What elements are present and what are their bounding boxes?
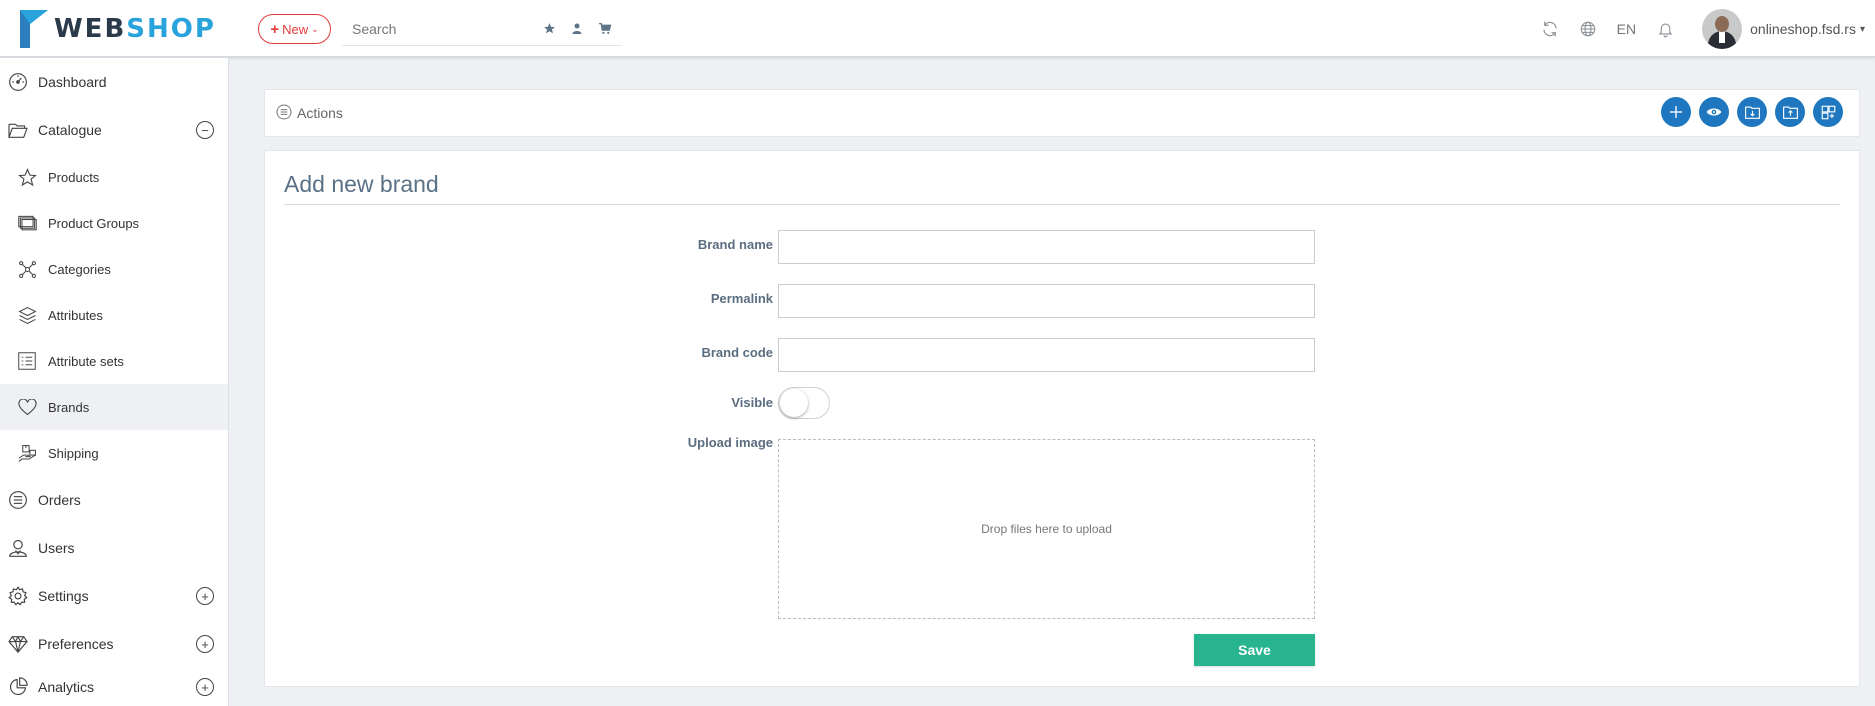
sidebar-item-orders[interactable]: Orders xyxy=(0,476,228,524)
sidebar-item-preferences[interactable]: Preferences + xyxy=(0,620,228,668)
permalink-input[interactable] xyxy=(778,284,1315,318)
sidebar-item-categories[interactable]: Categories xyxy=(0,246,228,292)
visible-toggle[interactable] xyxy=(778,387,830,419)
preview-button[interactable] xyxy=(1699,97,1729,127)
sidebar-item-label: Shipping xyxy=(48,445,99,461)
sidebar-item-label: Orders xyxy=(38,492,81,508)
bell-icon[interactable] xyxy=(1646,10,1684,48)
sidebar-item-brands[interactable]: Brands xyxy=(0,384,228,430)
actions-label: Actions xyxy=(297,105,343,121)
sidebar-item-attribute-sets[interactable]: Attribute sets xyxy=(0,338,228,384)
export-button[interactable] xyxy=(1775,97,1805,127)
brand-name-input[interactable] xyxy=(778,230,1315,264)
brand-code-label: Brand code xyxy=(701,345,773,360)
sidebar-item-label: Settings xyxy=(38,588,89,604)
sidebar-item-label: Attributes xyxy=(48,307,103,323)
layout-button[interactable] xyxy=(1813,97,1843,127)
orders-icon xyxy=(7,489,29,511)
actions-menu[interactable]: Actions xyxy=(276,90,343,136)
gear-icon xyxy=(7,585,29,607)
page-title: Add new brand xyxy=(284,171,439,197)
brand-code-input[interactable] xyxy=(778,338,1315,372)
chevron-down-icon: ⌄ xyxy=(311,23,319,34)
expand-icon[interactable]: + xyxy=(196,635,214,653)
add-brand-form: Add new brand Brand name Permalink Brand… xyxy=(264,150,1860,687)
shipping-icon xyxy=(16,442,38,464)
import-button[interactable] xyxy=(1737,97,1767,127)
sidebar-item-users[interactable]: Users xyxy=(0,524,228,572)
sidebar-item-dashboard[interactable]: Dashboard xyxy=(0,58,228,106)
pie-chart-icon xyxy=(7,676,29,698)
plus-icon xyxy=(1670,106,1682,118)
sidebar-item-analytics[interactable]: Analytics + xyxy=(0,668,228,706)
dropzone-text: Drop files here to upload xyxy=(981,522,1112,536)
eye-icon xyxy=(1706,108,1722,116)
expand-icon[interactable]: + xyxy=(196,678,214,696)
logo-text-web: WEB xyxy=(54,14,127,44)
sidebar-item-label: Catalogue xyxy=(38,122,102,138)
search-input[interactable] xyxy=(342,20,532,37)
add-button[interactable] xyxy=(1661,97,1691,127)
language-switcher[interactable]: EN xyxy=(1607,21,1646,37)
collapse-icon[interactable]: − xyxy=(196,121,214,139)
sidebar-item-settings[interactable]: Settings + xyxy=(0,572,228,620)
search-bar xyxy=(342,12,622,46)
list-icon xyxy=(16,350,38,372)
favorites-star-icon[interactable] xyxy=(542,22,556,36)
sidebar-item-label: Product Groups xyxy=(48,215,140,231)
image-dropzone[interactable]: Drop files here to upload xyxy=(778,439,1315,619)
dashboard-icon xyxy=(7,71,29,93)
star-icon xyxy=(16,166,38,188)
menu-list-icon xyxy=(276,104,292,123)
sidebar-item-label: Preferences xyxy=(38,636,114,652)
sidebar-item-label: Products xyxy=(48,169,100,185)
grid-layout-icon xyxy=(1821,105,1835,119)
globe-icon[interactable] xyxy=(1569,10,1607,48)
refresh-icon[interactable] xyxy=(1531,10,1569,48)
sidebar-item-shipping[interactable]: Shipping xyxy=(0,430,228,476)
sidebar-item-label: Categories xyxy=(48,261,111,277)
sidebar-item-catalogue[interactable]: Catalogue − xyxy=(0,106,228,154)
sidebar-item-label: Attribute sets xyxy=(48,353,124,369)
sidebar-item-products[interactable]: Products xyxy=(0,154,228,200)
folder-download-icon xyxy=(1744,106,1760,119)
new-button-label: New xyxy=(282,21,309,37)
permalink-label: Permalink xyxy=(710,291,773,306)
visible-label: Visible xyxy=(731,395,773,410)
folder-upload-icon xyxy=(1782,106,1798,119)
sidebar-item-label: Brands xyxy=(48,399,90,415)
webshop-logo[interactable]: WEBSHOP xyxy=(20,10,216,48)
sidebar: Dashboard Catalogue − Products Product G… xyxy=(0,58,229,706)
brand-name-label: Brand name xyxy=(697,237,773,252)
logo-flag-icon xyxy=(20,10,48,48)
title-divider xyxy=(284,204,1840,205)
user-menu-caret-icon[interactable]: ▾ xyxy=(1860,24,1865,35)
save-button[interactable]: Save xyxy=(1194,634,1315,666)
sidebar-item-label: Analytics xyxy=(38,679,95,695)
sidebar-item-product-groups[interactable]: Product Groups xyxy=(0,200,228,246)
heart-icon xyxy=(16,396,38,418)
avatar[interactable] xyxy=(1702,9,1743,49)
user-menu-name[interactable]: onlineshop.fsd.rs xyxy=(1750,21,1856,37)
expand-icon[interactable]: + xyxy=(196,587,214,605)
stack-icon xyxy=(16,304,38,326)
sidebar-item-attributes[interactable]: Attributes xyxy=(0,292,228,338)
upload-image-label: Upload image xyxy=(687,435,773,450)
actions-panel: Actions xyxy=(264,89,1860,137)
top-header: WEBSHOP + New ⌄ EN xyxy=(0,0,1875,58)
layers-folder-icon xyxy=(16,212,38,234)
user-filter-icon[interactable] xyxy=(570,22,584,36)
folder-icon xyxy=(7,119,29,141)
users-icon xyxy=(7,537,29,559)
plus-icon: + xyxy=(270,20,280,38)
toggle-knob xyxy=(780,389,808,417)
sidebar-item-label: Users xyxy=(38,540,75,556)
diamond-icon xyxy=(7,633,29,655)
logo-text-shop: SHOP xyxy=(126,14,216,44)
cart-icon[interactable] xyxy=(598,22,612,36)
new-button[interactable]: + New ⌄ xyxy=(258,14,331,44)
network-icon xyxy=(16,258,38,280)
sidebar-item-label: Dashboard xyxy=(38,74,107,90)
